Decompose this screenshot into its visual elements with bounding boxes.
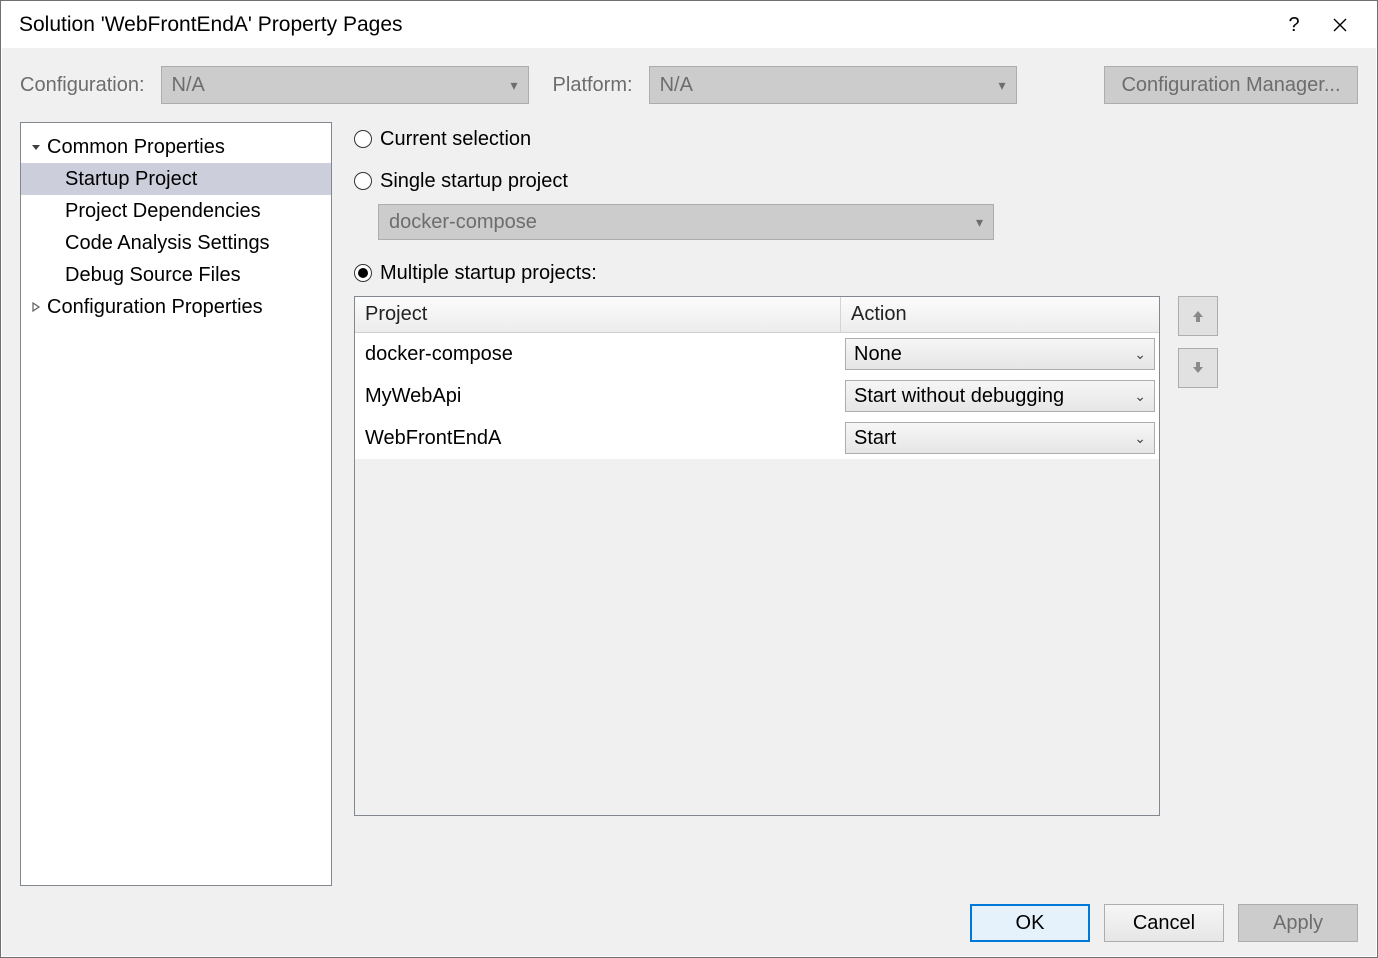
tree-node-common-properties[interactable]: Common Properties bbox=[21, 131, 331, 163]
chevron-down-icon: ▾ bbox=[511, 77, 518, 94]
grid-header: Project Action bbox=[355, 297, 1159, 333]
chevron-down-icon: ⌄ bbox=[1134, 430, 1146, 447]
platform-label: Platform: bbox=[553, 74, 633, 97]
tree-item-debug-source-files[interactable]: Debug Source Files bbox=[21, 259, 331, 291]
arrow-up-icon bbox=[1190, 308, 1206, 324]
table-row[interactable]: MyWebApi Start without debugging⌄ bbox=[355, 375, 1159, 417]
window-title: Solution 'WebFrontEndA' Property Pages bbox=[19, 13, 1271, 37]
ok-button[interactable]: OK bbox=[970, 904, 1090, 942]
collapse-icon bbox=[29, 142, 43, 152]
grid-wrap: Project Action docker-compose None⌄ MyWe… bbox=[354, 296, 1358, 886]
action-combo[interactable]: None⌄ bbox=[845, 338, 1155, 370]
arrow-down-icon bbox=[1190, 360, 1206, 376]
help-button[interactable]: ? bbox=[1271, 9, 1317, 41]
reorder-buttons bbox=[1178, 296, 1218, 886]
dialog-body: Configuration: N/A ▾ Platform: N/A ▾ Con… bbox=[2, 48, 1376, 956]
radio-single-startup[interactable]: Single startup project bbox=[354, 164, 1358, 198]
configuration-manager-button: Configuration Manager... bbox=[1104, 66, 1358, 104]
main-row: Common Properties Startup Project Projec… bbox=[20, 122, 1358, 886]
chevron-down-icon: ⌄ bbox=[1134, 346, 1146, 363]
move-up-button[interactable] bbox=[1178, 296, 1218, 336]
col-project[interactable]: Project bbox=[355, 297, 841, 332]
tree-item-project-dependencies[interactable]: Project Dependencies bbox=[21, 195, 331, 227]
expand-icon bbox=[29, 302, 43, 312]
radio-current-selection[interactable]: Current selection bbox=[354, 122, 1358, 156]
chevron-down-icon: ▾ bbox=[976, 214, 983, 231]
tree-item-code-analysis-settings[interactable]: Code Analysis Settings bbox=[21, 227, 331, 259]
chevron-down-icon: ⌄ bbox=[1134, 388, 1146, 405]
close-button[interactable] bbox=[1317, 9, 1363, 41]
action-combo[interactable]: Start⌄ bbox=[845, 422, 1155, 454]
apply-button: Apply bbox=[1238, 904, 1358, 942]
radio-icon bbox=[354, 130, 372, 148]
platform-value: N/A bbox=[660, 74, 693, 97]
dialog-footer: OK Cancel Apply bbox=[20, 904, 1358, 942]
configuration-label: Configuration: bbox=[20, 74, 145, 97]
configuration-combo: N/A ▾ bbox=[161, 66, 529, 104]
right-pane: Current selection Single startup project… bbox=[354, 122, 1358, 886]
configuration-value: N/A bbox=[172, 74, 205, 97]
radio-icon bbox=[354, 172, 372, 190]
title-bar: Solution 'WebFrontEndA' Property Pages ? bbox=[1, 1, 1377, 49]
radio-multiple-startup[interactable]: Multiple startup projects: bbox=[354, 256, 1358, 290]
cancel-button[interactable]: Cancel bbox=[1104, 904, 1224, 942]
table-row[interactable]: WebFrontEndA Start⌄ bbox=[355, 417, 1159, 459]
action-combo[interactable]: Start without debugging⌄ bbox=[845, 380, 1155, 412]
radio-icon bbox=[354, 264, 372, 282]
move-down-button[interactable] bbox=[1178, 348, 1218, 388]
grid-rows: docker-compose None⌄ MyWebApi Start with… bbox=[355, 333, 1159, 459]
close-icon bbox=[1333, 18, 1347, 32]
config-row: Configuration: N/A ▾ Platform: N/A ▾ Con… bbox=[20, 66, 1358, 104]
col-action[interactable]: Action bbox=[841, 297, 1159, 332]
tree-item-startup-project[interactable]: Startup Project bbox=[21, 163, 331, 195]
chevron-down-icon: ▾ bbox=[999, 77, 1006, 94]
property-tree[interactable]: Common Properties Startup Project Projec… bbox=[20, 122, 332, 886]
table-row[interactable]: docker-compose None⌄ bbox=[355, 333, 1159, 375]
startup-projects-grid[interactable]: Project Action docker-compose None⌄ MyWe… bbox=[354, 296, 1160, 816]
single-startup-combo: docker-compose ▾ bbox=[378, 204, 994, 240]
tree-node-configuration-properties[interactable]: Configuration Properties bbox=[21, 291, 331, 323]
platform-combo: N/A ▾ bbox=[649, 66, 1017, 104]
